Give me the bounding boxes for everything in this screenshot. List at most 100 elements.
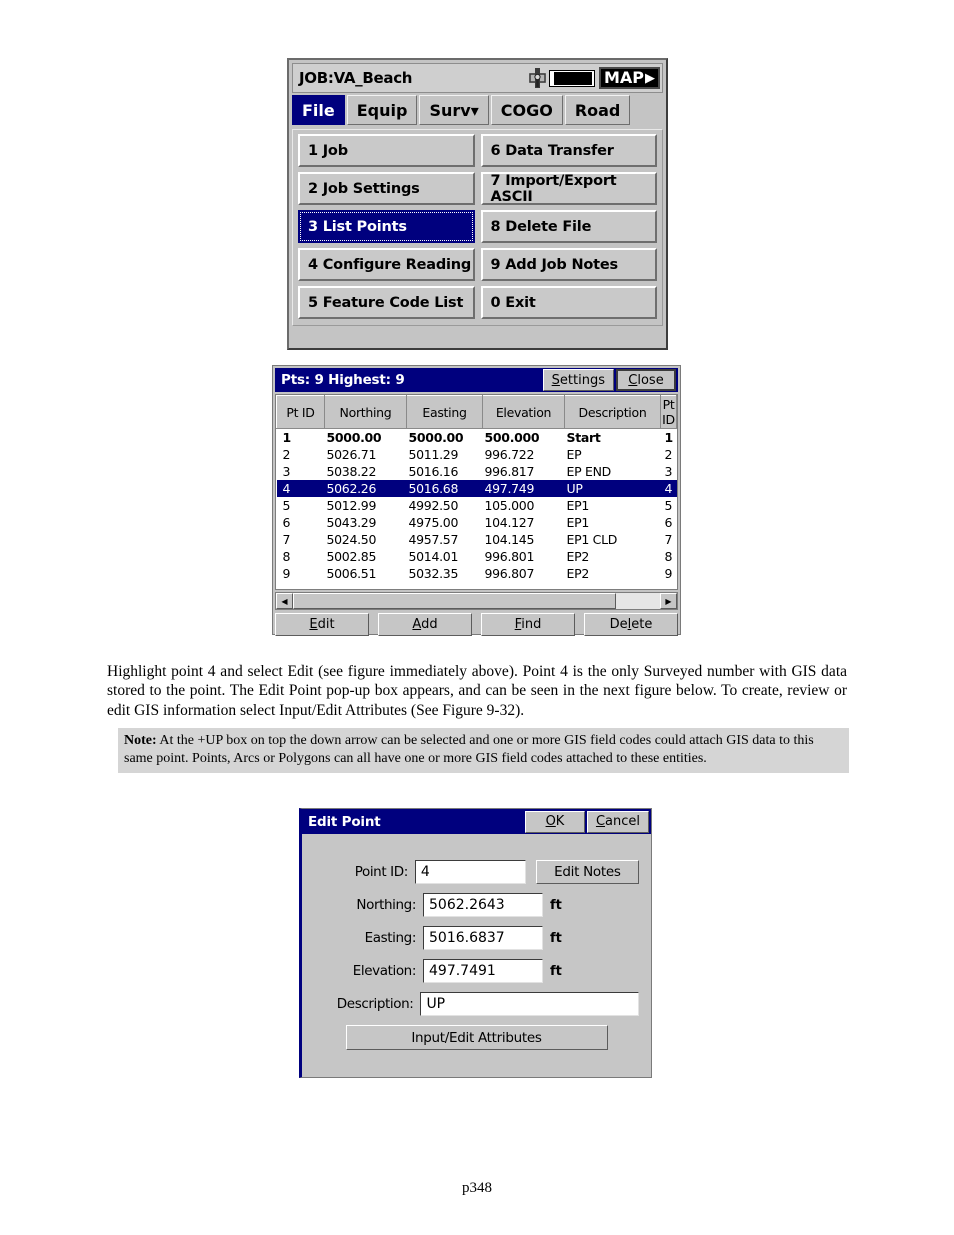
tab-label: Equip	[356, 100, 408, 120]
cell-easting: 4975.00	[408, 515, 459, 530]
table-row[interactable]: 2 5026.71 5011.29 996.722 EP 2	[277, 446, 677, 463]
menu-key-label: 3 List Points	[308, 218, 407, 235]
edit-button[interactable]: Edit	[275, 613, 369, 636]
cell-description: UP	[564, 480, 661, 497]
table-row[interactable]: 1 5000.00 5000.00 500.000 Start 1	[277, 429, 677, 447]
column-header-3[interactable]: Elevation	[482, 395, 565, 429]
edit-button-label: Edit	[309, 617, 335, 632]
table-row[interactable]: 6 5043.29 4975.00 104.127 EP1 6	[277, 514, 677, 531]
table-row[interactable]: 9 5006.51 5032.35 996.807 EP2 9	[277, 565, 677, 582]
ok-button[interactable]: OK	[524, 810, 585, 833]
column-header-2[interactable]: Easting	[406, 395, 483, 429]
cancel-button[interactable]: Cancel	[586, 810, 649, 833]
horizontal-scrollbar[interactable]: ◀ ▶	[275, 592, 678, 610]
easting-input[interactable]: 5016.6837	[423, 926, 543, 950]
menu-key-2-job-settings[interactable]: 2 Job Settings	[298, 172, 475, 205]
cell-id2: 2	[664, 447, 673, 462]
settings-button-rest: ettings	[559, 372, 605, 388]
menu-key-4-configure-reading[interactable]: 4 Configure Reading	[298, 248, 475, 281]
menu-key-label: 5 Feature Code List	[308, 294, 464, 311]
cell-easting: 5016.68	[406, 480, 483, 497]
menu-tab-bar: File Equip Surv▾ COGO Road	[292, 95, 663, 125]
cell-northing: 5062.26	[324, 480, 407, 497]
note-label: Note:	[124, 733, 157, 748]
cell-id: 7	[282, 532, 291, 547]
cell-elevation: 996.722	[484, 447, 535, 462]
cell-elevation: 105.000	[484, 498, 535, 513]
column-header-4[interactable]: Description	[564, 395, 661, 429]
field-label: Description:	[336, 996, 414, 1012]
job-title: JOB:VA_Beach	[299, 69, 413, 87]
description-input[interactable]: UP	[420, 992, 639, 1016]
table-row[interactable]: 4 5062.26 5016.68 497.749 UP 4	[276, 480, 677, 497]
menu-key-label: 2 Job Settings	[308, 180, 420, 197]
scrollbar-thumb[interactable]	[293, 593, 616, 609]
scroll-right-icon[interactable]: ▶	[660, 593, 677, 609]
menu-key-7-import-export-ascii[interactable]: 7 Import/Export ASCII	[480, 172, 657, 205]
column-header-label: Northing	[339, 404, 392, 420]
table-row[interactable]: 3 5038.22 5016.16 996.817 EP END 3	[277, 463, 677, 480]
tab-equip[interactable]: Equip	[346, 95, 418, 125]
menu-key-3-list-points[interactable]: 3 List Points	[298, 210, 475, 243]
cell-id: 1	[282, 430, 292, 445]
tab-cogo[interactable]: COGO	[490, 95, 563, 125]
cell-northing: 5012.99	[326, 498, 377, 513]
cell-northing: 5038.22	[326, 464, 377, 479]
cell-id2: 6	[664, 515, 673, 530]
map-button[interactable]: MAP ▶	[598, 67, 660, 89]
cell-id2: 1	[664, 430, 674, 445]
cell-description: EP1	[566, 498, 590, 513]
elevation-input[interactable]: 497.7491	[423, 959, 543, 983]
tab-label: File	[302, 100, 335, 120]
column-header-5[interactable]: Pt ID	[660, 395, 677, 429]
table-row[interactable]: 7 5024.50 4957.57 104.145 EP1 CLD 7	[277, 531, 677, 548]
menu-key-0-exit[interactable]: 0 Exit	[480, 286, 657, 319]
pointid-input[interactable]: 4	[414, 860, 526, 884]
cell-elevation: 104.127	[484, 515, 535, 530]
scroll-left-icon[interactable]: ◀	[276, 593, 293, 609]
tab-file[interactable]: File	[292, 95, 345, 125]
field-label: Northing:	[356, 897, 416, 913]
cell-northing: 5024.50	[326, 532, 377, 547]
edit-point-form: Point ID: 4 Edit Notes Northing: 5062.2643 ft…	[302, 834, 651, 1050]
cell-northing: 5006.51	[326, 566, 377, 581]
cell-description: EP1	[566, 515, 590, 530]
cell-elevation: 500.000	[484, 430, 540, 445]
points-grid[interactable]: Pt ID Northing Easting Elevation Description…	[275, 394, 678, 590]
points-grid-body[interactable]: 1 5000.00 5000.00 500.000 Start 1 2 5026.71 5011…	[276, 429, 677, 583]
table-row[interactable]: 8 5002.85 5014.01 996.801 EP2 8	[277, 548, 677, 565]
table-row[interactable]: 5 5012.99 4992.50 105.000 EP1 5	[277, 497, 677, 514]
delete-button[interactable]: Delete	[584, 613, 678, 636]
menu-key-1-job[interactable]: 1 Job	[298, 134, 475, 167]
find-button[interactable]: Find	[481, 613, 575, 636]
settings-button[interactable]: Settings	[542, 369, 614, 391]
menu-key-8-delete-file[interactable]: 8 Delete File	[480, 210, 657, 243]
page-footer: p348	[462, 1180, 492, 1196]
cell-id: 2	[282, 447, 291, 462]
device-title-bar: JOB:VA_Beach MAP ▶	[292, 63, 663, 93]
tab-label: Surv▾	[429, 100, 479, 120]
cell-easting: 5016.16	[408, 464, 459, 479]
edit-notes-button[interactable]: Edit Notes	[535, 860, 639, 884]
northing-input[interactable]: 5062.2643	[423, 893, 543, 917]
close-button[interactable]: Close	[616, 369, 676, 391]
menu-key-5-feature-code-list[interactable]: 5 Feature Code List	[298, 286, 475, 319]
cell-id: 3	[282, 464, 291, 479]
column-header-0[interactable]: Pt ID	[276, 395, 325, 429]
menu-key-9-add-job-notes[interactable]: 9 Add Job Notes	[480, 248, 657, 281]
cell-id: 9	[282, 566, 291, 581]
input-edit-attributes-button[interactable]: Input/Edit Attributes	[345, 1025, 608, 1050]
menu-key-label: 6 Data Transfer	[490, 142, 614, 159]
column-header-1[interactable]: Northing	[324, 395, 407, 429]
tab-road[interactable]: Road	[564, 95, 631, 125]
cell-easting: 4992.50	[408, 498, 459, 513]
form-row-elevation: Elevation: 497.7491 ft	[314, 959, 639, 983]
points-grid-header: Pt ID Northing Easting Elevation Description…	[276, 395, 677, 429]
tab-surv[interactable]: Surv▾	[419, 95, 489, 125]
cell-northing: 5026.71	[326, 447, 377, 462]
add-button[interactable]: Add	[378, 613, 472, 636]
cell-elevation: 104.145	[484, 532, 535, 547]
menu-key-6-data-transfer[interactable]: 6 Data Transfer	[480, 134, 657, 167]
scrollbar-track[interactable]	[293, 593, 660, 609]
cell-description: EP1 CLD	[566, 532, 618, 547]
